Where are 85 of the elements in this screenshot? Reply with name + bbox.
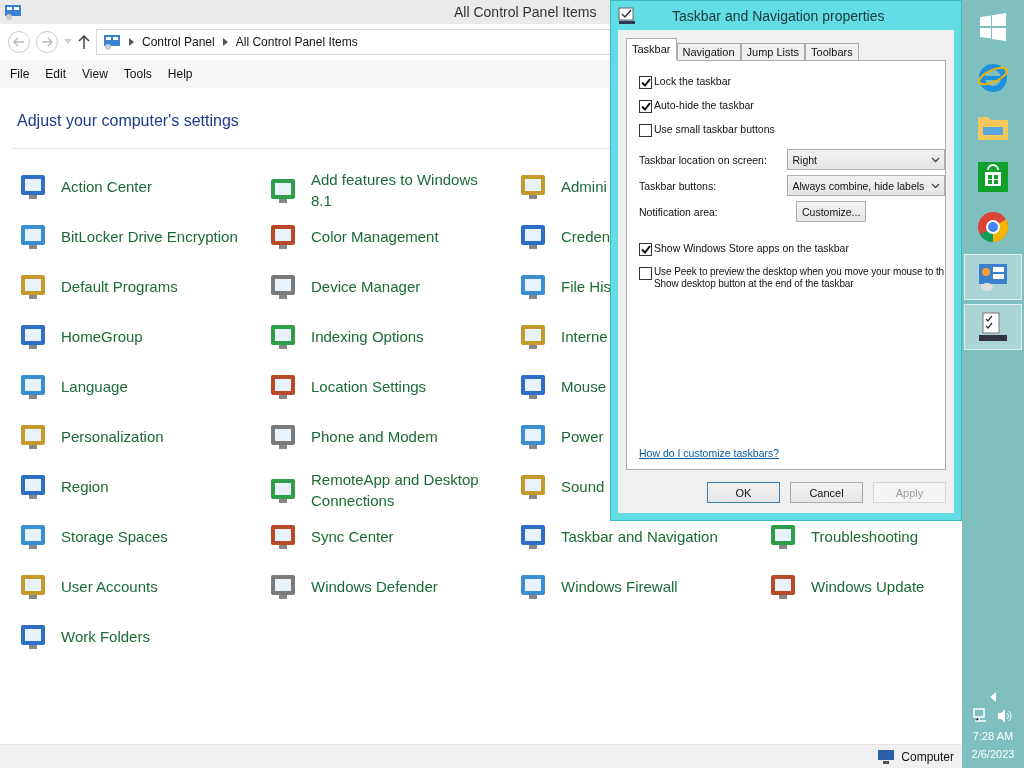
control-panel-item[interactable]: Windows Defender	[267, 569, 438, 603]
control-panel-item[interactable]: Power	[517, 419, 604, 453]
window-title: All Control Panel Items	[454, 4, 597, 20]
checkbox[interactable]	[639, 76, 652, 89]
taskbar-app[interactable]	[964, 304, 1022, 350]
checkbox-label: Use small taskbar buttons	[654, 123, 775, 136]
control-panel-item[interactable]: User Accounts	[17, 569, 158, 603]
chevron-down-icon	[931, 156, 940, 163]
control-panel-item[interactable]: Admini	[517, 169, 607, 203]
control-panel-item[interactable]: Sound	[517, 469, 605, 503]
dropdown[interactable]: Always combine, hide labels	[787, 175, 945, 196]
checkbox[interactable]	[639, 100, 652, 113]
checkbox-label: Lock the taskbar	[654, 75, 732, 88]
chevron-icon	[129, 38, 134, 46]
control-panel-item[interactable]: Work Folders	[17, 619, 150, 653]
shopping-bag-icon	[978, 162, 1008, 192]
chevron-down-icon	[931, 182, 940, 189]
control-panel-item[interactable]: Region	[17, 469, 109, 503]
control-panel-icon	[4, 4, 22, 20]
control-panel-icon	[103, 34, 121, 50]
tab[interactable]: Jump Lists	[740, 43, 806, 61]
control-panel-icon	[977, 262, 1009, 292]
breadcrumb[interactable]: All Control Panel Items	[235, 35, 358, 49]
dialog-button[interactable]: OK	[707, 482, 780, 503]
dialog-button[interactable]: Cancel	[790, 482, 863, 503]
customize-button[interactable]: Customize...	[796, 201, 867, 222]
control-panel-item[interactable]: Default Programs	[17, 269, 178, 303]
computer-icon	[877, 748, 896, 765]
control-panel-item[interactable]: Sync Center	[267, 519, 394, 553]
checkbox[interactable]	[639, 124, 652, 137]
up-arrow-icon[interactable]	[78, 35, 90, 49]
help-link[interactable]: How do I customize taskbars?	[639, 447, 945, 459]
control-panel-item[interactable]: Personalization	[17, 419, 164, 453]
control-panel-item[interactable]: Indexing Options	[267, 319, 424, 353]
dialog-title: Taskbar and Navigation properties	[672, 7, 885, 24]
control-panel-item[interactable]: Location Settings	[267, 369, 427, 403]
status-text: Computer	[901, 749, 954, 764]
control-panel-item[interactable]: Storage Spaces	[17, 519, 168, 553]
control-panel-item[interactable]: Windows Update	[767, 569, 925, 603]
dropdown[interactable]: Right	[787, 149, 945, 170]
back-arrow-icon	[13, 37, 25, 47]
control-panel-item[interactable]: Action Center	[17, 169, 152, 203]
control-panel-item[interactable]: Add features to Windows 8.1	[267, 169, 501, 211]
menu-item[interactable]: File	[2, 67, 38, 81]
chrome-icon	[977, 211, 1009, 243]
control-panel-item[interactable]: Color Management	[267, 219, 439, 253]
control-panel-item[interactable]: Phone and Modem	[267, 419, 438, 453]
control-panel-item[interactable]: Troubleshooting	[767, 519, 918, 553]
control-panel-item[interactable]: Device Manager	[267, 269, 421, 303]
checkbox-label: Show Windows Store apps on the taskbar	[654, 242, 849, 255]
forward-arrow-icon	[41, 37, 53, 47]
control-panel-item[interactable]: BitLocker Drive Encryption	[17, 219, 238, 253]
tab[interactable]: Taskbar	[626, 38, 677, 61]
control-panel-item[interactable]: Language	[17, 369, 128, 403]
control-panel-item[interactable]: HomeGroup	[17, 319, 143, 353]
control-panel-item[interactable]: Taskbar and Navigation	[517, 519, 718, 553]
checkbox[interactable]	[639, 243, 652, 256]
control-panel-item[interactable]: File His	[517, 269, 611, 303]
chevron-icon	[222, 38, 228, 46]
tab[interactable]: Navigation	[676, 43, 741, 61]
menu-item[interactable]: View	[74, 67, 116, 81]
control-panel-item[interactable]: Creden	[517, 219, 611, 253]
field-label: Taskbar location on screen:	[639, 153, 768, 166]
control-panel-item[interactable]: Mouse	[517, 369, 607, 403]
control-panel-item[interactable]: Interne	[517, 319, 608, 353]
control-panel-item[interactable]: RemoteApp and Desktop Connections	[267, 469, 501, 511]
breadcrumb[interactable]: Control Panel	[142, 35, 215, 49]
field-label: Notification area:	[639, 205, 719, 218]
network-icon[interactable]	[973, 708, 989, 724]
tab[interactable]: Toolbars	[805, 43, 859, 61]
caret-icon[interactable]	[990, 692, 996, 702]
control-panel-item[interactable]: Windows Firewall	[517, 569, 678, 603]
page-heading: Adjust your computer's settings	[17, 112, 239, 130]
menu-item[interactable]: Tools	[115, 67, 160, 81]
field-label: Taskbar buttons:	[639, 179, 718, 192]
checklist-icon	[618, 6, 636, 25]
checkbox-label: Auto-hide the taskbar	[654, 99, 754, 112]
checklist-icon	[977, 311, 1009, 343]
menu-item[interactable]: Help	[159, 67, 201, 81]
speaker-icon[interactable]	[997, 708, 1013, 724]
checkbox-label: Use Peek to preview the desktop when you move your mouse to th Show desktop button at the end of the taskbar	[654, 266, 945, 290]
checkbox[interactable]	[639, 267, 652, 280]
windows-logo-icon	[979, 13, 1007, 41]
browser-e-icon	[977, 61, 1009, 93]
menu-item[interactable]: Edit	[37, 67, 75, 81]
